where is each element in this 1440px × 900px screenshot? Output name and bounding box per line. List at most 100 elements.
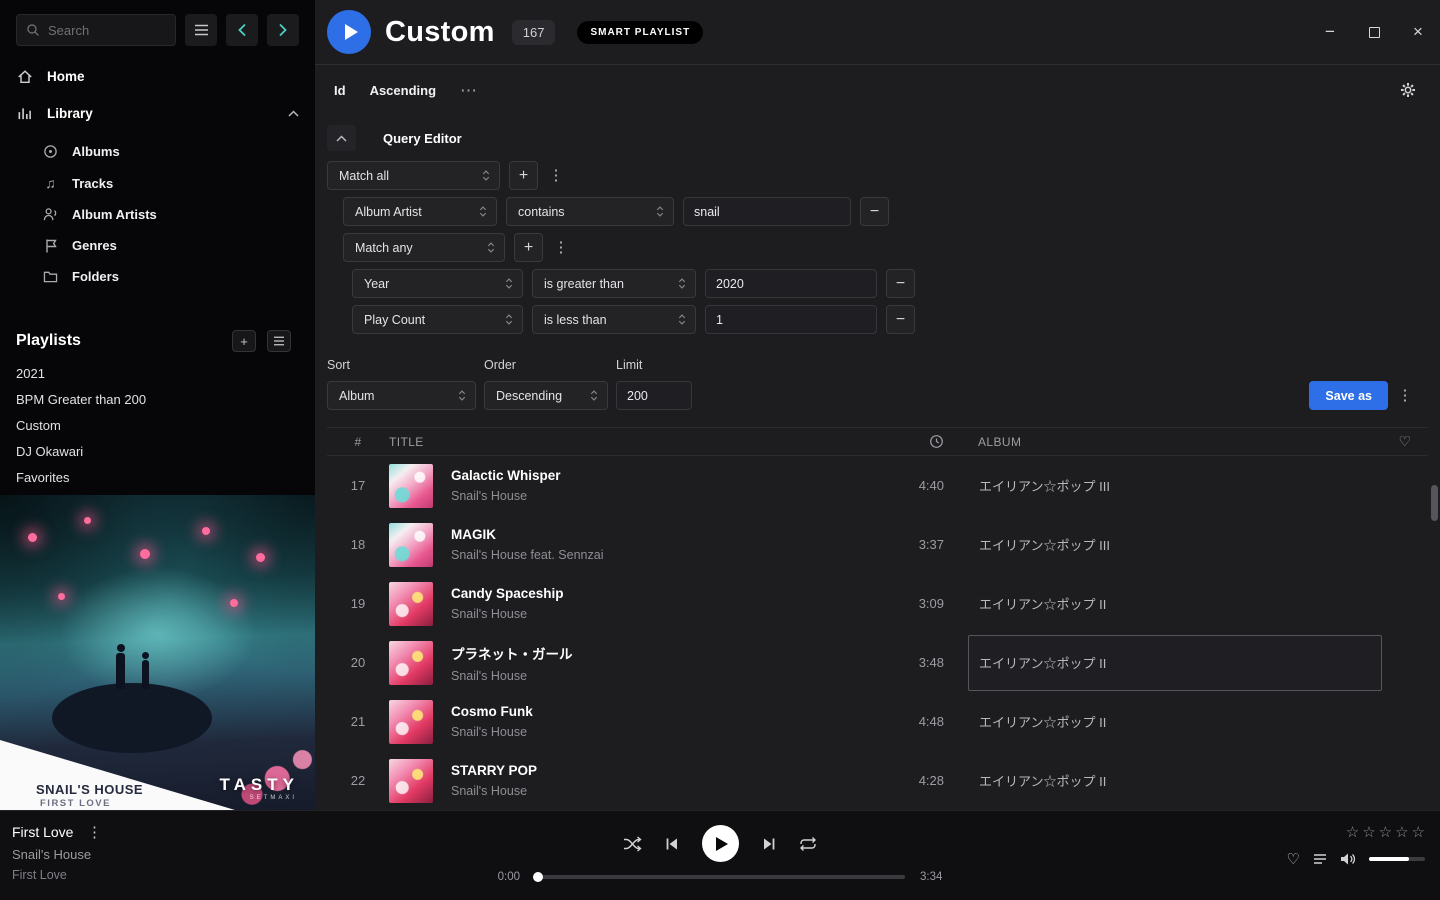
remove-rule-button[interactable]: − — [860, 197, 889, 226]
add-playlist-button[interactable]: + — [232, 330, 256, 352]
favorite-button[interactable]: ♡ — [1287, 850, 1300, 868]
remove-rule-button[interactable]: − — [886, 269, 915, 298]
back-button[interactable] — [226, 14, 258, 46]
previous-track-button[interactable] — [665, 837, 679, 851]
playlist-item[interactable]: DJ Okawari — [0, 438, 315, 464]
star-icon[interactable]: ☆ — [1379, 823, 1392, 841]
play-playlist-button[interactable] — [327, 10, 371, 54]
track-album[interactable]: エイリアン☆ポップ II — [968, 753, 1382, 809]
playlist-list-button[interactable] — [267, 330, 291, 352]
column-duration[interactable] — [884, 434, 944, 449]
rule-value-input[interactable] — [705, 269, 877, 298]
save-menu-button[interactable]: ⋮ — [1396, 381, 1414, 410]
search-input[interactable] — [48, 23, 166, 38]
select-arrows-icon — [504, 313, 514, 326]
collapse-query-editor-button[interactable] — [327, 125, 356, 151]
table-row[interactable]: 17 Galactic Whisper Snail's House 4:40 エ… — [327, 456, 1428, 515]
sidebar-item-albums[interactable]: Albums — [0, 136, 315, 167]
remove-rule-button[interactable]: − — [886, 305, 915, 334]
track-album[interactable]: エイリアン☆ポップ III — [968, 517, 1382, 573]
track-number: 20 — [327, 655, 389, 670]
select-value: Match all — [339, 169, 473, 183]
list-icon — [273, 336, 285, 346]
track-title: プラネット・ガール — [451, 643, 884, 663]
table-row[interactable]: 19 Candy Spaceship Snail's House 3:09 エイ… — [327, 574, 1428, 633]
rule-operator-select[interactable]: is greater than — [532, 269, 696, 298]
sidebar-item-folders[interactable]: Folders — [0, 261, 315, 292]
match-type-select[interactable]: Match any — [343, 233, 505, 262]
sort-direction-button[interactable]: Ascending — [370, 83, 436, 98]
add-rule-button[interactable]: + — [514, 233, 543, 262]
track-album[interactable]: エイリアン☆ポップ III — [968, 458, 1382, 514]
sidebar-item-genres[interactable]: Genres — [0, 230, 315, 261]
star-icon[interactable]: ☆ — [1395, 823, 1408, 841]
shuffle-button[interactable] — [623, 836, 642, 852]
star-icon[interactable]: ☆ — [1362, 823, 1375, 841]
match-type-select[interactable]: Match all — [327, 161, 500, 190]
group-menu-button[interactable]: ⋮ — [552, 240, 570, 255]
scrollbar-thumb[interactable] — [1431, 485, 1438, 521]
kebab-icon: ⋮ — [1398, 387, 1413, 404]
table-row[interactable]: 22 STARRY POP Snail's House 4:28 エイリアン☆ポ… — [327, 751, 1428, 810]
add-rule-button[interactable]: + — [509, 161, 538, 190]
column-favorite[interactable]: ♡ — [1382, 433, 1428, 450]
minimize-button[interactable]: − — [1308, 0, 1352, 64]
track-album[interactable]: エイリアン☆ポップ II — [968, 694, 1382, 750]
now-playing-menu-button[interactable]: ⋮ — [85, 825, 103, 840]
queue-button[interactable] — [1313, 853, 1327, 865]
track-duration: 4:40 — [884, 478, 944, 493]
star-icon[interactable]: ☆ — [1346, 823, 1359, 841]
playlist-item[interactable]: BPM Greater than 200 — [0, 386, 315, 412]
repeat-button[interactable] — [799, 836, 817, 852]
next-track-button[interactable] — [762, 837, 776, 851]
sidebar-item-library[interactable]: Library — [0, 95, 315, 132]
star-icon[interactable]: ☆ — [1412, 823, 1425, 841]
column-index[interactable]: # — [327, 435, 389, 449]
sidebar: Home Library Albums ♫ Tracks — [0, 0, 315, 810]
close-button[interactable]: × — [1396, 0, 1440, 64]
rule-operator-select[interactable]: is less than — [532, 305, 696, 334]
sort-label: Sort — [327, 358, 476, 372]
table-row[interactable]: 21 Cosmo Funk Snail's House 4:48 エイリアン☆ポ… — [327, 692, 1428, 751]
shuffle-icon — [623, 836, 642, 852]
table-row[interactable]: 20 プラネット・ガール Snail's House 3:48 エイリアン☆ポッ… — [327, 633, 1428, 692]
table-row[interactable]: 18 MAGIK Snail's House feat. Sennzai 3:3… — [327, 515, 1428, 574]
sort-field-button[interactable]: Id — [334, 83, 346, 98]
sidebar-item-album-artists[interactable]: Album Artists — [0, 199, 315, 230]
volume-button[interactable] — [1340, 852, 1356, 866]
playlist-item[interactable]: Custom — [0, 412, 315, 438]
column-title[interactable]: TITLE — [389, 435, 884, 449]
play-pause-button[interactable] — [702, 825, 739, 862]
progress-handle[interactable] — [533, 872, 543, 882]
save-as-button[interactable]: Save as — [1309, 381, 1388, 410]
order-select[interactable]: Descending — [484, 381, 608, 410]
rule-field-select[interactable]: Album Artist — [343, 197, 497, 226]
rule-value-input[interactable] — [683, 197, 851, 226]
now-playing-artwork[interactable]: SNAIL'S HOUSE FIRST LOVE TASTY SETMAXI — [0, 495, 315, 810]
rating-stars: ☆ ☆ ☆ ☆ ☆ — [1346, 823, 1425, 841]
progress-bar[interactable] — [535, 875, 905, 879]
playlist-item[interactable]: Favorites — [0, 464, 315, 490]
rule-field-select[interactable]: Year — [352, 269, 523, 298]
sidebar-top-toolbar — [0, 0, 315, 58]
search-box[interactable] — [16, 14, 176, 46]
forward-button[interactable] — [267, 14, 299, 46]
maximize-button[interactable] — [1352, 0, 1396, 64]
rule-field-select[interactable]: Play Count — [352, 305, 523, 334]
select-value: Match any — [355, 241, 478, 255]
settings-button[interactable] — [1400, 82, 1416, 98]
track-album[interactable]: エイリアン☆ポップ II — [968, 635, 1382, 691]
sidebar-item-tracks[interactable]: ♫ Tracks — [0, 167, 315, 199]
group-menu-button[interactable]: ⋮ — [547, 168, 565, 183]
limit-input[interactable] — [616, 381, 692, 410]
playlist-item[interactable]: 2021 — [0, 360, 315, 386]
sort-select[interactable]: Album — [327, 381, 476, 410]
volume-slider[interactable] — [1369, 857, 1425, 861]
track-album[interactable]: エイリアン☆ポップ II — [968, 576, 1382, 632]
menu-button[interactable] — [185, 14, 217, 46]
more-options-button[interactable]: ⋯ — [460, 82, 477, 99]
rule-operator-select[interactable]: contains — [506, 197, 674, 226]
rule-value-input[interactable] — [705, 305, 877, 334]
column-album[interactable]: ALBUM — [968, 435, 1382, 449]
sidebar-item-home[interactable]: Home — [0, 58, 315, 95]
